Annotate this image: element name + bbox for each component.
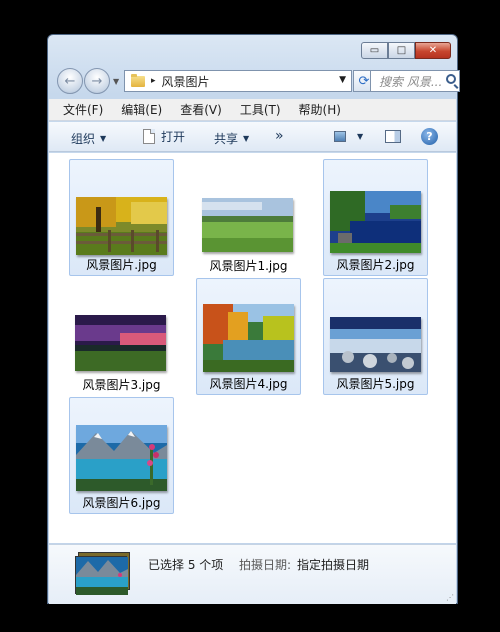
- file-name: 风景图片6.jpg: [82, 496, 161, 510]
- chevron-down-icon: ▼: [357, 132, 364, 141]
- chevron-down-icon: ▼: [243, 134, 250, 143]
- file-item[interactable]: 风景图片2.jpg: [323, 159, 428, 276]
- thumbnail-autumn-fence: [76, 197, 167, 255]
- file-name: 风景图片4.jpg: [209, 377, 288, 391]
- thumbnail-autumn-river: [203, 304, 294, 372]
- menu-file[interactable]: 文件(F): [63, 101, 103, 118]
- view-icon: [334, 131, 346, 142]
- path-separator-icon[interactable]: ▸: [151, 76, 156, 86]
- file-list[interactable]: 风景图片.jpg 风景图片1.jpg 风景图片2.jpg 风景图片3.jpg 风…: [49, 153, 456, 543]
- share-label: 共享: [214, 132, 239, 146]
- preview-pane-button[interactable]: [385, 130, 401, 143]
- thumbnail-green-meadow: [202, 198, 293, 252]
- resize-grip-icon[interactable]: ⋰: [446, 593, 454, 602]
- selection-count: 已选择 5 个项: [148, 558, 224, 572]
- search-input[interactable]: 搜索 风景...: [370, 70, 460, 92]
- thumbnail-blue-lake: [330, 191, 421, 253]
- change-view-button[interactable]: ▼: [334, 131, 363, 142]
- more-commands-button[interactable]: »: [275, 128, 284, 144]
- address-bar[interactable]: ▸ 风景图片 ▼: [124, 70, 352, 92]
- caption-buttons: ▭ □ ✕: [361, 42, 451, 59]
- thumbnail-rocky-shore: [330, 317, 421, 372]
- organize-label: 组织: [71, 132, 96, 146]
- search-icon[interactable]: [446, 74, 456, 84]
- forward-button[interactable]: →: [84, 68, 110, 94]
- search-placeholder: 搜索 风景...: [379, 74, 443, 89]
- date-taken-field: 拍摄日期: 指定拍摄日期: [239, 556, 369, 573]
- date-taken-value[interactable]: 指定拍摄日期: [297, 558, 369, 572]
- file-name: 风景图片.jpg: [86, 258, 157, 272]
- explorer-window: ▭ □ ✕ ← → ▼ ▸ 风景图片 ▼ ⟳ 搜索 风景... 文件(F) 编辑…: [47, 34, 460, 604]
- file-name: 风景图片5.jpg: [336, 377, 415, 391]
- forward-arrow-icon: →: [91, 73, 103, 89]
- file-item[interactable]: 风景图片.jpg: [69, 159, 174, 276]
- back-button[interactable]: ←: [57, 68, 83, 94]
- stack-thumbnail-mountain: [76, 557, 128, 595]
- close-button[interactable]: ✕: [415, 42, 451, 59]
- file-name: 风景图片3.jpg: [82, 378, 161, 392]
- maximize-button[interactable]: □: [388, 42, 415, 59]
- command-bar: 组织 ▼ 打开 共享 ▼ » ▼ ?: [49, 122, 456, 152]
- file-item[interactable]: 风景图片3.jpg: [69, 278, 174, 395]
- file-item[interactable]: 风景图片1.jpg: [196, 159, 301, 276]
- menu-bar: 文件(F) 编辑(E) 查看(V) 工具(T) 帮助(H): [49, 99, 456, 121]
- open-label: 打开: [161, 130, 186, 144]
- help-icon: ?: [421, 128, 438, 145]
- file-item[interactable]: 风景图片6.jpg: [69, 397, 174, 514]
- breadcrumb-folder[interactable]: 风景图片: [162, 73, 210, 90]
- menu-view[interactable]: 查看(V): [180, 101, 222, 118]
- address-dropdown-icon[interactable]: ▼: [339, 75, 346, 85]
- preview-pane-icon: [385, 130, 401, 143]
- document-icon: [143, 129, 155, 144]
- chevron-down-icon: ▼: [100, 134, 107, 143]
- details-pane: 已选择 5 个项 拍摄日期: 指定拍摄日期 ⋰: [49, 544, 456, 604]
- refresh-icon: ⟳: [358, 73, 370, 89]
- file-name: 风景图片1.jpg: [209, 259, 288, 273]
- date-taken-label: 拍摄日期:: [239, 558, 292, 572]
- selection-thumbnail-stack: [75, 552, 131, 595]
- help-button[interactable]: ?: [421, 128, 438, 145]
- thumbnail-mountain-lake: [76, 425, 167, 491]
- minimize-button[interactable]: ▭: [361, 42, 388, 59]
- file-item[interactable]: 风景图片4.jpg: [196, 278, 301, 395]
- open-button[interactable]: 打开: [143, 128, 185, 145]
- menu-tools[interactable]: 工具(T): [240, 101, 281, 118]
- menu-edit[interactable]: 编辑(E): [121, 101, 162, 118]
- menu-help[interactable]: 帮助(H): [299, 101, 341, 118]
- file-item[interactable]: 风景图片5.jpg: [323, 278, 428, 395]
- back-arrow-icon: ←: [64, 73, 76, 89]
- navigation-bar: ← → ▼ ▸ 风景图片 ▼ ⟳ 搜索 风景...: [57, 68, 460, 95]
- file-name: 风景图片2.jpg: [336, 258, 415, 272]
- folder-icon: [131, 73, 145, 87]
- share-button[interactable]: 共享 ▼: [214, 130, 249, 147]
- recent-pages-dropdown-icon[interactable]: ▼: [113, 77, 119, 86]
- thumbnail-purple-sunset: [75, 315, 166, 371]
- organize-button[interactable]: 组织 ▼: [71, 130, 106, 147]
